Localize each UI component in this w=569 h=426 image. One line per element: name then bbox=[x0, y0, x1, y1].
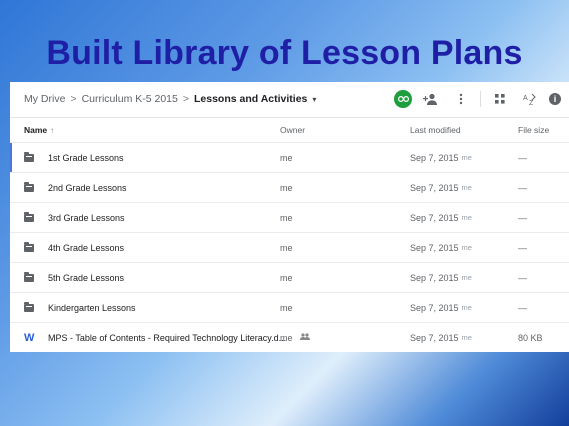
last-modified-cell: Sep 7, 2015 me bbox=[410, 272, 472, 283]
toolbar: My Drive > Curriculum K-5 2015 > Lessons… bbox=[10, 82, 569, 118]
table-row[interactable]: 5th Grade Lessons me Sep 7, 2015 me — bbox=[10, 263, 569, 293]
column-header-last-modified[interactable]: Last modified bbox=[410, 118, 461, 142]
folder-icon bbox=[24, 271, 34, 282]
link-icon[interactable] bbox=[394, 90, 412, 108]
file-name-cell[interactable]: 1st Grade Lessons bbox=[24, 143, 124, 172]
folder-icon bbox=[24, 301, 34, 312]
file-size-cell: — bbox=[518, 152, 527, 163]
table-row[interactable]: 1st Grade Lessons me Sep 7, 2015 me — bbox=[10, 143, 569, 173]
more-vert-icon[interactable] bbox=[450, 89, 472, 109]
last-modified-cell: Sep 7, 2015 me bbox=[410, 302, 472, 313]
table-header: Name ↑ Owner Last modified File size bbox=[10, 118, 569, 143]
sort-az-icon[interactable]: AZ bbox=[519, 89, 541, 109]
file-size-cell: — bbox=[518, 242, 527, 253]
file-size-cell: 80 KB bbox=[518, 332, 543, 343]
file-size-cell: — bbox=[518, 302, 527, 313]
owner-cell: me bbox=[280, 212, 293, 223]
table-row[interactable]: 4th Grade Lessons me Sep 7, 2015 me — bbox=[10, 233, 569, 263]
toolbar-divider bbox=[480, 91, 481, 107]
file-name-cell[interactable]: W MPS - Table of Contents - Required Tech… bbox=[24, 323, 311, 352]
file-name: 2nd Grade Lessons bbox=[48, 182, 127, 193]
file-name: Kindergarten Lessons bbox=[48, 302, 136, 313]
svg-text:Z: Z bbox=[529, 100, 534, 105]
column-header-owner[interactable]: Owner bbox=[280, 118, 305, 142]
modified-by: me bbox=[461, 153, 472, 162]
table-row[interactable]: W MPS - Table of Contents - Required Tech… bbox=[10, 323, 569, 352]
owner-cell: me bbox=[280, 242, 293, 253]
modified-by: me bbox=[461, 183, 472, 192]
add-person-icon[interactable] bbox=[420, 89, 442, 109]
sort-arrow-icon[interactable]: ↑ bbox=[50, 126, 54, 135]
column-header-name[interactable]: Name ↑ bbox=[24, 118, 54, 142]
chevron-down-icon[interactable]: ▾ bbox=[312, 95, 316, 104]
file-size-cell: — bbox=[518, 182, 527, 193]
svg-text:A: A bbox=[523, 95, 528, 102]
file-name: 5th Grade Lessons bbox=[48, 272, 125, 283]
breadcrumb-separator: > bbox=[70, 93, 77, 105]
file-name-cell[interactable]: Kindergarten Lessons bbox=[24, 293, 136, 322]
folder-icon bbox=[24, 241, 34, 252]
breadcrumb-my-drive[interactable]: My Drive bbox=[24, 93, 65, 105]
file-name: 4th Grade Lessons bbox=[48, 242, 125, 253]
breadcrumb-curriculum[interactable]: Curriculum K-5 2015 bbox=[82, 93, 178, 105]
last-modified-cell: Sep 7, 2015 me bbox=[410, 152, 472, 163]
file-name: MPS - Table of Contents - Required Techn… bbox=[48, 332, 287, 343]
slide-title: Built Library of Lesson Plans bbox=[46, 34, 523, 72]
owner-cell: me bbox=[280, 152, 293, 163]
toolbar-actions: AZ i bbox=[386, 89, 561, 109]
table-row[interactable]: 3rd Grade Lessons me Sep 7, 2015 me — bbox=[10, 203, 569, 233]
folder-icon bbox=[24, 211, 34, 222]
last-modified-cell: Sep 7, 2015 me bbox=[410, 212, 472, 223]
folder-icon bbox=[24, 181, 34, 192]
owner-cell: me bbox=[280, 332, 293, 343]
drive-window: My Drive > Curriculum K-5 2015 > Lessons… bbox=[10, 82, 569, 352]
grid-view-icon[interactable] bbox=[489, 89, 511, 109]
file-name-cell[interactable]: 5th Grade Lessons bbox=[24, 263, 124, 292]
breadcrumb-current-folder[interactable]: Lessons and Activities bbox=[194, 93, 307, 105]
file-list: 1st Grade Lessons me Sep 7, 2015 me —2nd Gra… bbox=[10, 143, 569, 352]
file-name: 3rd Grade Lessons bbox=[48, 212, 125, 223]
modified-by: me bbox=[461, 303, 472, 312]
owner-cell: me bbox=[280, 302, 293, 313]
file-name-cell[interactable]: 2nd Grade Lessons bbox=[24, 173, 127, 202]
folder-icon bbox=[24, 151, 34, 162]
owner-cell: me bbox=[280, 182, 293, 193]
file-name-cell[interactable]: 4th Grade Lessons bbox=[24, 233, 124, 262]
column-header-file-size[interactable]: File size bbox=[518, 118, 549, 142]
file-name-cell[interactable]: 3rd Grade Lessons bbox=[24, 203, 125, 232]
last-modified-cell: Sep 7, 2015 me bbox=[410, 242, 472, 253]
owner-cell: me bbox=[280, 272, 293, 283]
shared-people-icon bbox=[300, 333, 311, 342]
file-size-cell: — bbox=[518, 272, 527, 283]
table-row[interactable]: 2nd Grade Lessons me Sep 7, 2015 me — bbox=[10, 173, 569, 203]
modified-by: me bbox=[461, 243, 472, 252]
breadcrumb: My Drive > Curriculum K-5 2015 > Lessons… bbox=[24, 93, 316, 105]
table-row[interactable]: Kindergarten Lessons me Sep 7, 2015 me — bbox=[10, 293, 569, 323]
last-modified-cell: Sep 7, 2015 me bbox=[410, 182, 472, 193]
info-icon[interactable]: i bbox=[549, 93, 561, 105]
file-size-cell: — bbox=[518, 212, 527, 223]
modified-by: me bbox=[461, 273, 472, 282]
modified-by: me bbox=[461, 213, 472, 222]
modified-by: me bbox=[461, 333, 472, 342]
last-modified-cell: Sep 7, 2015 me bbox=[410, 332, 472, 343]
breadcrumb-separator: > bbox=[182, 93, 189, 105]
word-doc-icon: W bbox=[24, 331, 35, 344]
file-name: 1st Grade Lessons bbox=[48, 152, 124, 163]
